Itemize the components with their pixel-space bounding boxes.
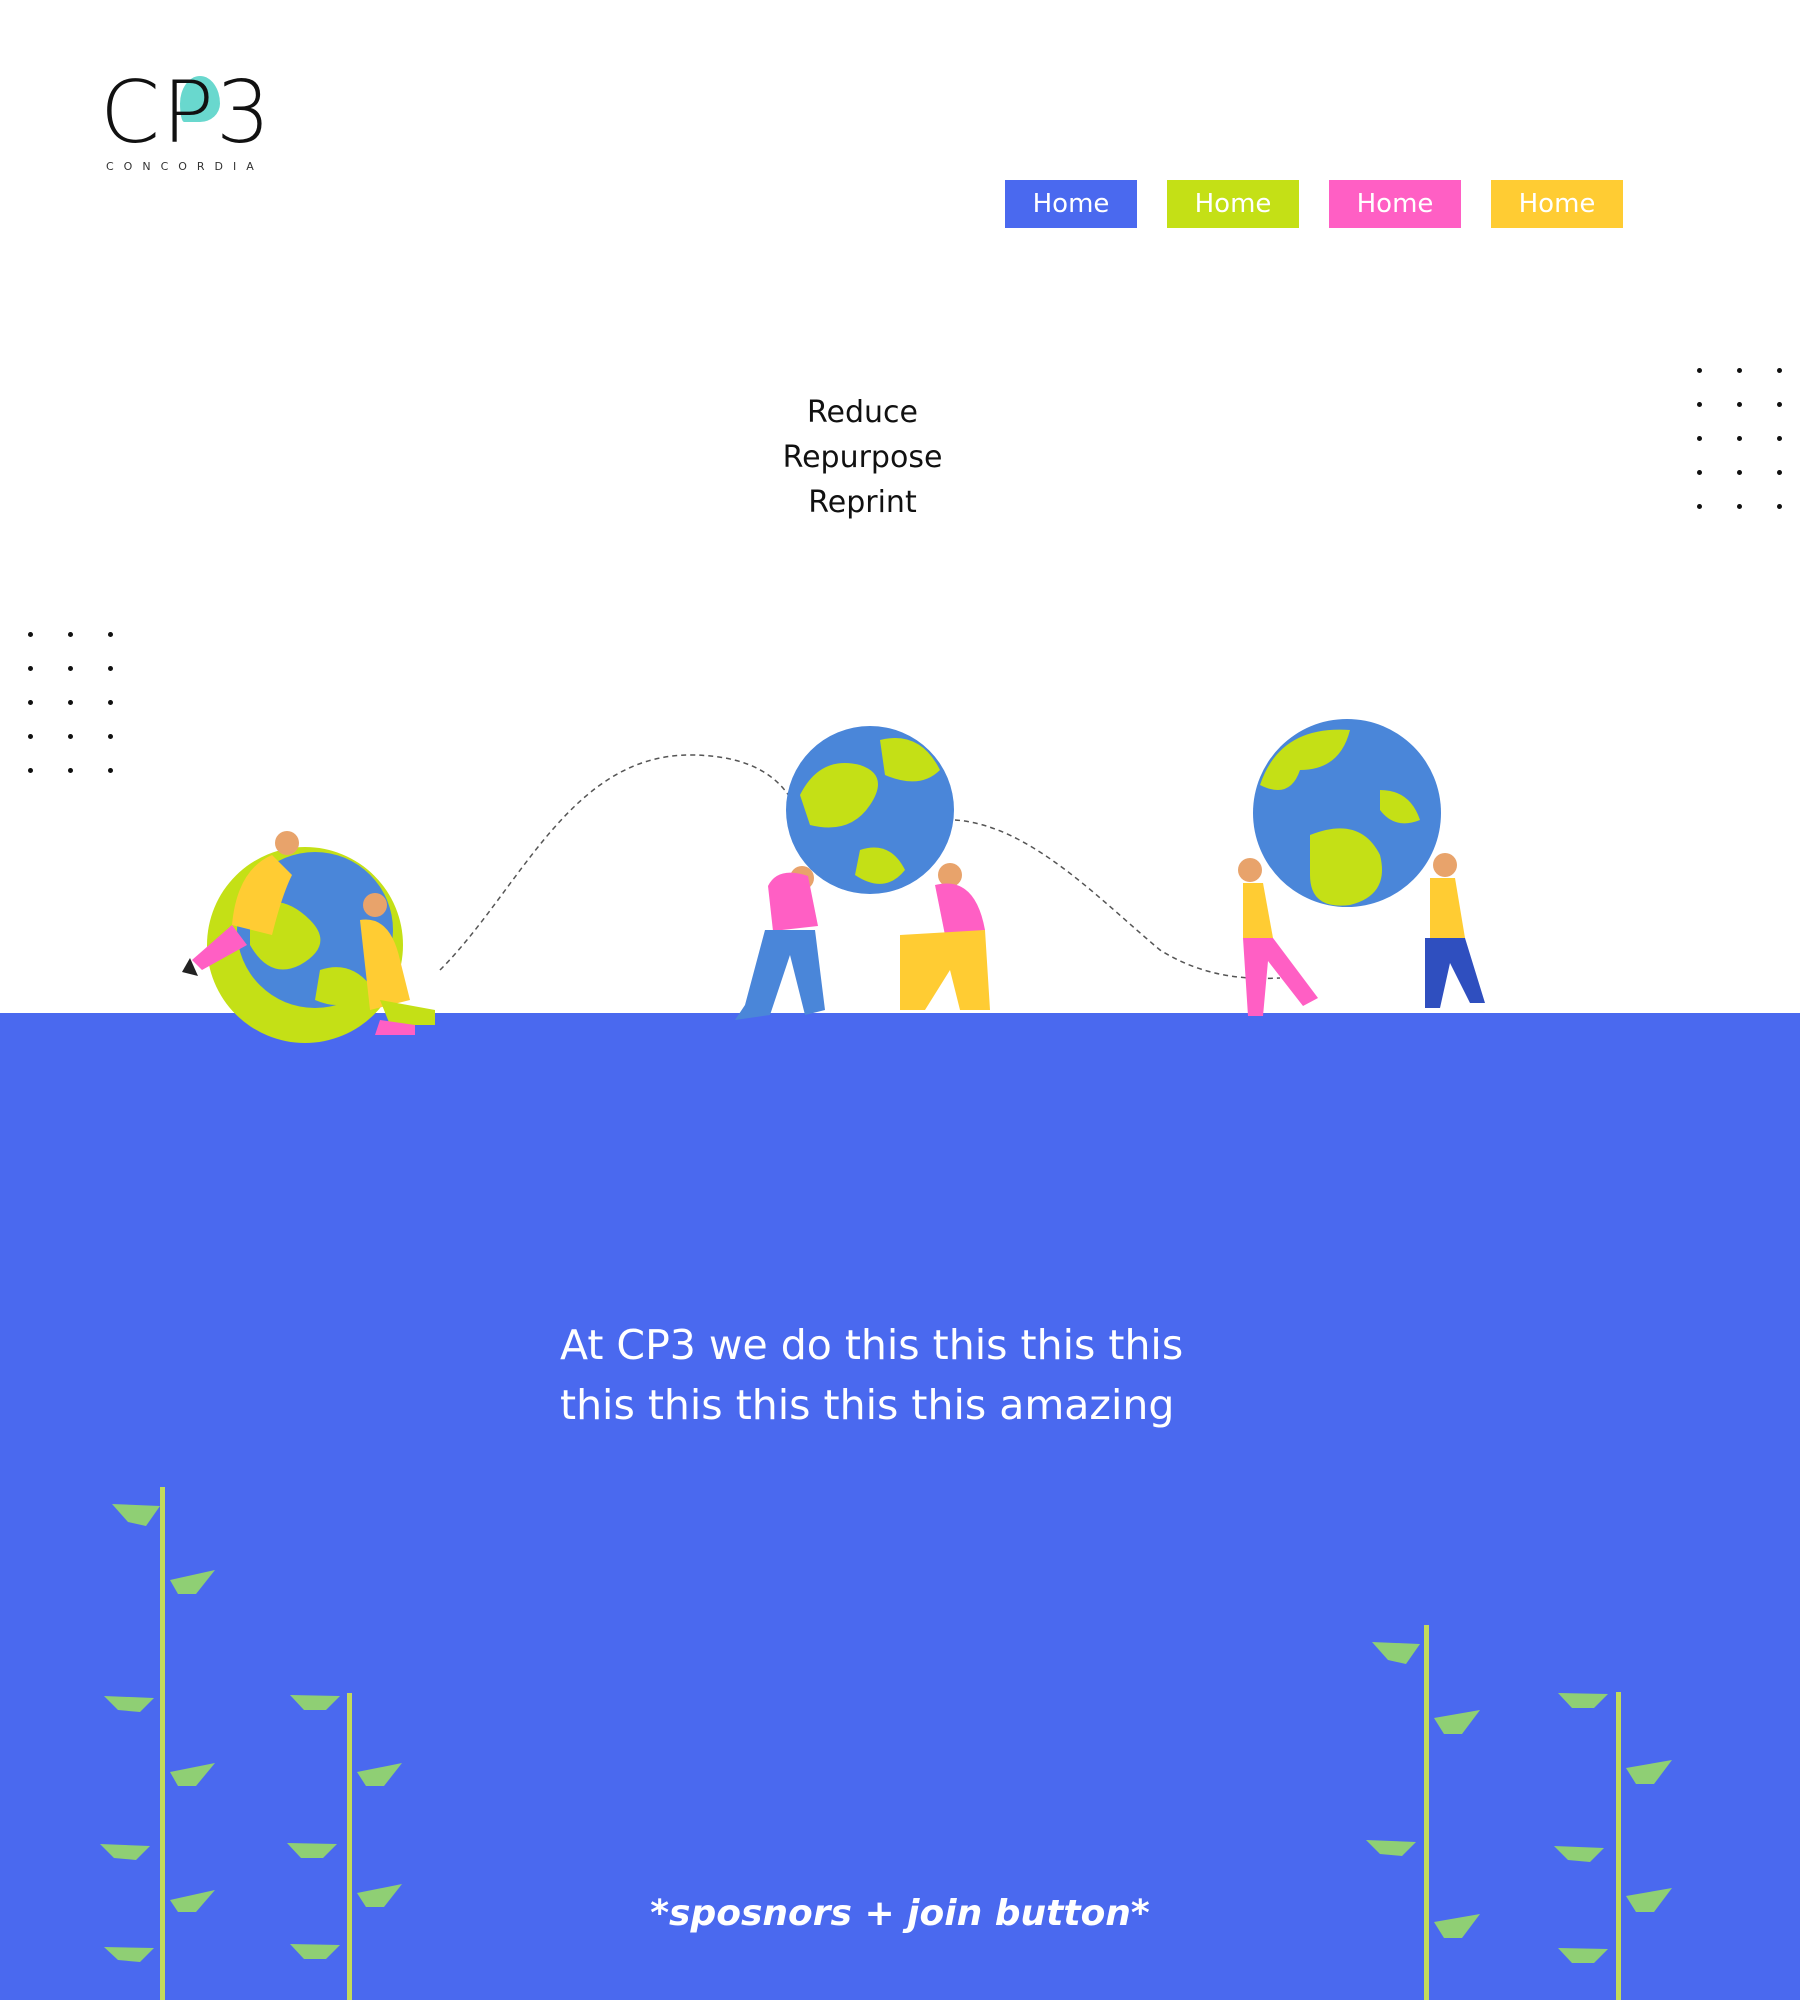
tagline-repurpose: Repurpose [782, 440, 943, 475]
plant-right-1 [1366, 1625, 1480, 2000]
plant-left-1 [100, 1487, 215, 2000]
mission-line-1: At CP3 we do this this this this [560, 1321, 1184, 1369]
plant-right-2 [1554, 1692, 1672, 2000]
main-nav: Home Home Home Home [1005, 180, 1623, 228]
mission-line-2: this this this this this amazing [560, 1381, 1175, 1429]
globe-group-right [1238, 719, 1485, 1016]
logo-mark: CP3 [100, 70, 290, 156]
tagline-reprint: Reprint [808, 485, 917, 520]
nav-home-button-2[interactable]: Home [1167, 180, 1299, 228]
globe-carriers-illustration [182, 719, 1485, 1043]
nav-home-button-1[interactable]: Home [1005, 180, 1137, 228]
tagline-reduce: Reduce [807, 395, 918, 430]
globe-group-left [182, 831, 435, 1043]
hero-tagline: Reduce Repurpose Reprint [755, 390, 970, 525]
plant-left-2 [287, 1693, 402, 2000]
sponsors-join-placeholder: *sposnors + join button* [650, 1893, 1150, 1934]
globe-group-center [735, 726, 990, 1020]
dot-pattern-right [1697, 368, 1785, 509]
logo-text: CP3 [100, 63, 273, 163]
nav-home-button-3[interactable]: Home [1329, 180, 1461, 228]
site-logo[interactable]: CP3 CONCORDIA [100, 70, 290, 173]
mission-statement: At CP3 we do this this this this this th… [560, 1315, 1240, 1435]
nav-home-button-4[interactable]: Home [1491, 180, 1623, 228]
